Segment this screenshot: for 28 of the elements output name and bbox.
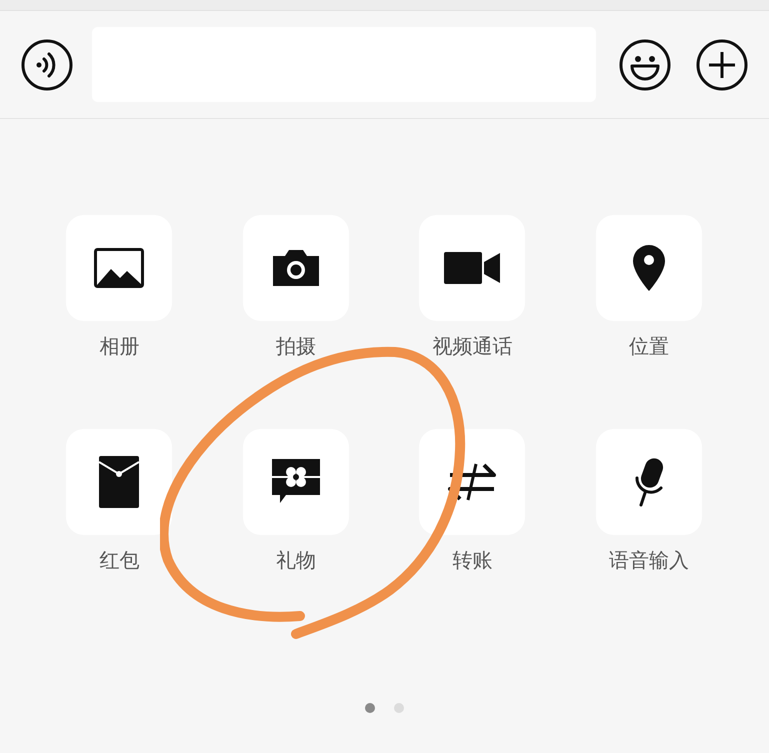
action-label: 礼物 bbox=[276, 547, 316, 573]
action-tile[interactable] bbox=[242, 215, 349, 321]
plus-icon[interactable] bbox=[695, 38, 749, 92]
transfer-icon bbox=[446, 462, 498, 502]
action-tile[interactable] bbox=[419, 429, 526, 535]
action-tile[interactable] bbox=[596, 215, 702, 321]
action-label: 拍摄 bbox=[276, 333, 316, 359]
action-label: 位置 bbox=[628, 333, 669, 359]
action-label: 视频通话 bbox=[432, 333, 512, 359]
action-label: 红包 bbox=[99, 547, 140, 573]
action-label: 相册 bbox=[99, 333, 140, 359]
action-label: 语音输入 bbox=[608, 547, 689, 573]
action-tile[interactable] bbox=[66, 429, 172, 535]
page-dot[interactable] bbox=[394, 703, 404, 713]
page-dot[interactable] bbox=[364, 703, 374, 713]
image-icon bbox=[94, 248, 144, 288]
action-tile[interactable] bbox=[419, 215, 526, 321]
gift-card-icon bbox=[270, 459, 322, 505]
video-camera-icon bbox=[444, 252, 500, 284]
action-label: 转账 bbox=[452, 547, 492, 573]
voice-icon[interactable] bbox=[20, 38, 74, 92]
emoji-icon[interactable] bbox=[618, 38, 672, 92]
envelope-icon bbox=[99, 456, 140, 508]
location-pin-icon bbox=[632, 245, 665, 291]
action-tile[interactable] bbox=[596, 429, 702, 535]
action-tile[interactable] bbox=[66, 215, 172, 321]
camera-icon bbox=[270, 248, 321, 288]
action-tile[interactable] bbox=[242, 429, 349, 535]
